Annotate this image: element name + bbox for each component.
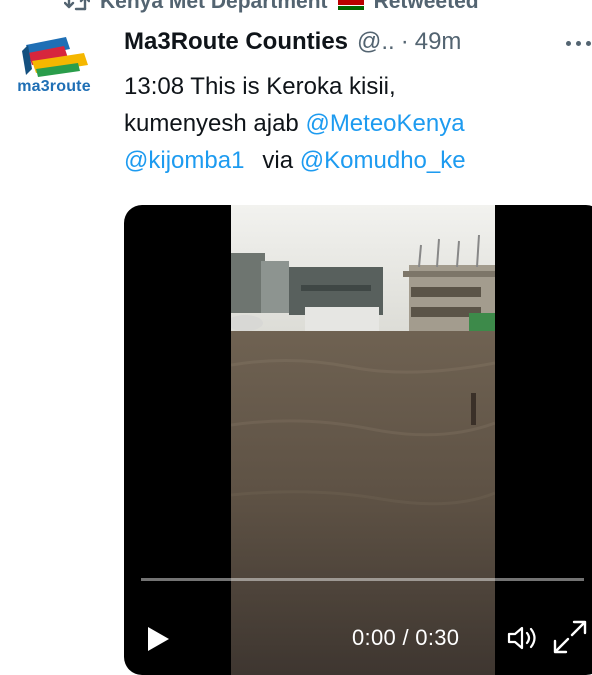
avatar-brand-text: ma3route xyxy=(17,78,91,95)
time-separator: / xyxy=(402,625,409,650)
ma3route-logo-icon xyxy=(22,37,88,77)
mention-meteokenya-link[interactable]: @MeteoKenya xyxy=(305,110,464,137)
video-progress-bar[interactable] xyxy=(141,578,584,581)
retweeter-name[interactable]: Kenya Met Department xyxy=(100,0,328,14)
retweeted-label: Retweeted xyxy=(373,0,479,13)
fullscreen-icon[interactable] xyxy=(552,619,588,655)
author-name[interactable]: Ma3Route Counties xyxy=(124,28,348,56)
tweet-text-line-2: kumenyesh ajab xyxy=(124,110,306,137)
play-icon[interactable] xyxy=(146,626,170,652)
mention-komudho-link[interactable]: @Komudho_ke xyxy=(300,147,466,174)
current-time: 0:00 xyxy=(352,625,397,650)
author-avatar[interactable]: ma3route xyxy=(6,31,102,103)
volume-icon[interactable] xyxy=(506,624,540,652)
retweet-context[interactable]: Kenya Met Department Retweeted xyxy=(64,0,479,14)
tweet-header: Ma3Route Counties @.. · 49m xyxy=(124,26,461,58)
tweet-text: 13:08 This is Keroka kisii, kumenyesh aj… xyxy=(124,68,584,179)
kenya-flag-icon xyxy=(337,0,364,10)
video-duration: 0:30 xyxy=(415,625,460,650)
tweet-text-line-1: 13:08 This is Keroka kisii, xyxy=(124,73,396,100)
separator-dot: · xyxy=(400,28,409,55)
mention-kijomba1-link[interactable]: @kijomba1 xyxy=(124,147,244,174)
via-text: via xyxy=(262,147,294,174)
video-timecode: 0:00 / 0:30 xyxy=(352,625,459,651)
video-frame xyxy=(231,205,495,675)
more-options-icon[interactable] xyxy=(566,38,592,48)
tweet-timestamp[interactable]: 49m xyxy=(415,28,462,56)
author-handle[interactable]: @.. xyxy=(357,28,395,56)
retweet-icon xyxy=(64,0,90,11)
video-player[interactable]: 0:00 / 0:30 xyxy=(124,205,592,675)
